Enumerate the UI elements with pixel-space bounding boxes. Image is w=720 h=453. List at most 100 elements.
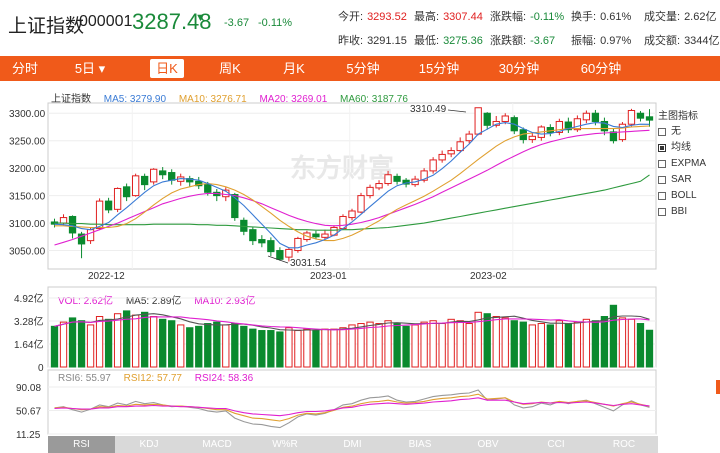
indicator-sar[interactable]: SAR	[658, 172, 720, 188]
legend-vol-ma5: MA5: 2.89亿	[125, 296, 182, 307]
indicator-expma[interactable]: EXPMA	[658, 156, 720, 172]
rsi-tick-label: 11.25	[16, 430, 41, 441]
volume-bar	[501, 317, 509, 368]
volume-bar	[258, 330, 266, 368]
indicator-panel: 主图指标 无 均线 EXPMA SAR BOLL BBI	[658, 110, 720, 220]
candle-body	[249, 229, 257, 242]
legend-rsi6: RSI6: 55.97	[58, 373, 111, 384]
period-tabbar: 分时 5日 ▾ 日K 周K 月K 5分钟 15分钟 30分钟 60分钟	[0, 56, 720, 81]
candle-body	[168, 172, 176, 181]
volume-bar	[366, 321, 374, 368]
candle-body	[456, 141, 464, 152]
legend-vol: VOL: 2.62亿	[58, 296, 114, 307]
candle-body	[618, 123, 627, 141]
volume-bar	[113, 313, 122, 368]
indicator-ma[interactable]: 均线	[658, 140, 720, 156]
tab-rsi[interactable]: RSI	[48, 436, 115, 453]
price-tick-label: 3300.00	[9, 109, 46, 120]
vol-tick-label: 4.92亿	[14, 292, 43, 305]
date-label-feb: 2023-02	[470, 271, 507, 282]
volume-bar	[86, 324, 95, 368]
main-panel-frame	[47, 102, 657, 270]
candle-body	[258, 239, 266, 244]
candle-body	[204, 184, 212, 193]
candle-body	[375, 183, 383, 189]
candle-body	[285, 248, 293, 258]
legend-ma5: MA5: 3279.90	[103, 94, 167, 105]
tab-wr[interactable]: W%R	[251, 436, 319, 453]
checkbox-checked-icon	[658, 144, 666, 152]
indicator-none[interactable]: 无	[658, 124, 720, 140]
stat-chg: 涨跌幅: -0.11%	[490, 8, 564, 24]
candle-body	[429, 159, 437, 172]
volume-bar	[195, 325, 203, 368]
tab-dmi[interactable]: DMI	[319, 436, 386, 453]
volume-bar	[645, 329, 654, 368]
tab-obv[interactable]: OBV	[454, 436, 522, 453]
tab-5min[interactable]: 5分钟	[340, 59, 386, 78]
stat-prev-value: 3291.15	[367, 35, 407, 47]
candle-body	[267, 240, 275, 253]
legend-vol-ma10: MA10: 2.93亿	[194, 296, 256, 307]
tab-5day[interactable]: 5日 ▾	[70, 59, 110, 78]
candle-body	[222, 189, 230, 198]
volume-bar	[636, 323, 645, 368]
tab-bias[interactable]: BIAS	[386, 436, 454, 453]
volume-bar	[168, 320, 176, 368]
candle-body	[384, 174, 392, 185]
tab-roc[interactable]: ROC	[590, 436, 658, 453]
checkbox-icon	[658, 208, 666, 216]
stat-turnover: 换手: 0.61%	[571, 8, 631, 24]
candle-body	[564, 121, 573, 131]
candle-body	[420, 170, 428, 181]
stat-amp: 振幅: 0.97%	[571, 32, 631, 48]
indicator-bbi[interactable]: BBI	[658, 204, 720, 220]
tab-60min[interactable]: 60分钟	[574, 59, 628, 78]
tab-kdj[interactable]: KDJ	[115, 436, 183, 453]
candle-body	[50, 221, 59, 225]
checkbox-icon	[658, 176, 666, 184]
date-label-dec: 2022-12	[88, 271, 125, 282]
candle-body	[510, 117, 518, 132]
price-tick-label: 3050.00	[9, 247, 46, 258]
rsi12-line	[54, 393, 650, 422]
tab-cci[interactable]: CCI	[522, 436, 590, 453]
volume-bar	[68, 317, 77, 368]
tab-daily[interactable]: 日K	[150, 59, 184, 78]
volume-bar	[492, 316, 500, 368]
volume-bar	[384, 320, 392, 368]
candle-body	[177, 176, 185, 182]
candle-body	[321, 233, 329, 238]
candle-body	[465, 133, 473, 142]
scroll-handle[interactable]	[716, 380, 720, 394]
volume-bar	[131, 314, 140, 368]
volume-bar	[456, 320, 464, 368]
volume-bar	[537, 323, 545, 368]
candle-body	[357, 195, 365, 213]
volume-bar	[177, 324, 185, 368]
tab-30min[interactable]: 30分钟	[494, 59, 544, 78]
volume-bar	[357, 323, 365, 368]
stat-low: 最低: 3275.36	[414, 32, 483, 48]
tab-weekly[interactable]: 周K	[212, 59, 248, 78]
ma20-line	[54, 129, 650, 246]
stat-open-label: 今开:	[338, 11, 364, 23]
stat-prev-label: 昨收:	[338, 35, 364, 47]
indicator-boll[interactable]: BOLL	[658, 188, 720, 204]
stat-prev: 昨收: 3291.15	[338, 32, 407, 48]
tab-macd[interactable]: MACD	[183, 436, 251, 453]
legend-ma20: MA20: 3269.01	[259, 94, 328, 105]
down-arrow-icon: ▼	[195, 12, 206, 24]
volume-bar	[402, 325, 410, 368]
candle-body	[294, 237, 302, 252]
tab-15min[interactable]: 15分钟	[414, 59, 464, 78]
candle-body	[627, 109, 636, 125]
tab-intraday[interactable]: 分时	[8, 59, 42, 78]
volume-bar	[519, 321, 527, 368]
volume-bar	[393, 323, 401, 368]
candle-body	[104, 200, 113, 211]
candle-body	[113, 187, 122, 210]
price-tick-label: 3250.00	[9, 137, 46, 148]
volume-bar	[204, 323, 212, 368]
tab-monthly[interactable]: 月K	[276, 59, 312, 78]
